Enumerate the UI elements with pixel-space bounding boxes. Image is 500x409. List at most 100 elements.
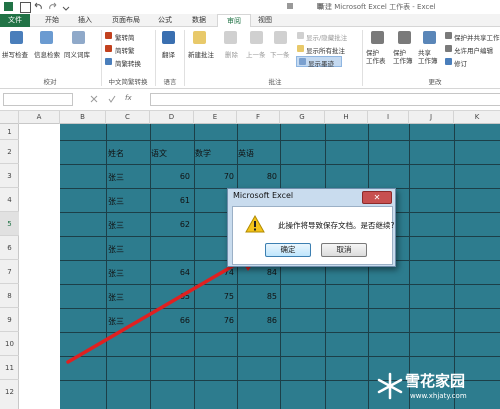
simp-to-trad-button[interactable]: 简转繁	[115, 45, 135, 55]
enter-icon[interactable]	[108, 95, 116, 103]
tab-review[interactable]: 审阅	[217, 14, 251, 28]
track-changes-button[interactable]: 修订	[454, 58, 467, 68]
row-header[interactable]: 3	[0, 164, 19, 188]
table-header[interactable]: 姓名	[108, 148, 124, 159]
allow-edit-icon	[445, 45, 452, 52]
cancel-icon[interactable]	[90, 95, 98, 103]
new-comment-button[interactable]: 新建批注	[188, 49, 214, 59]
column-header[interactable]: A	[19, 111, 60, 124]
next-comment-icon	[274, 31, 287, 44]
protect-share-button[interactable]: 保护并共享工作	[454, 32, 500, 42]
title-bar: 新建 Microsoft Excel 工作表 - Excel	[0, 0, 500, 14]
column-header[interactable]: B	[60, 111, 106, 124]
divider	[362, 30, 363, 86]
column-header[interactable]: I	[368, 111, 409, 124]
show-hide-comment-button[interactable]: 显示/隐藏批注	[306, 32, 347, 42]
allow-edit-button[interactable]: 允许用户编辑	[454, 45, 493, 55]
column-header[interactable]: J	[409, 111, 454, 124]
warning-icon	[245, 215, 265, 233]
divider	[184, 30, 185, 86]
window-title: 新建 Microsoft Excel 工作表 - Excel	[318, 3, 436, 11]
table-cell-english[interactable]: 80	[247, 172, 277, 181]
row-header[interactable]: 1	[0, 124, 19, 140]
column-header[interactable]: H	[325, 111, 368, 124]
ok-button[interactable]: 确定	[265, 243, 311, 257]
row-header[interactable]: 7	[0, 260, 19, 284]
row-header[interactable]: 8	[0, 284, 19, 308]
trad-to-simp-button[interactable]: 繁转简	[115, 32, 135, 42]
previous-comment-button[interactable]: 上一条	[246, 49, 266, 59]
watermark: 雪花家园 www.xhjaty.com	[372, 368, 497, 406]
column-header[interactable]: E	[194, 111, 237, 124]
ribbon-tabs: 文件 开始 插入 页面布局 公式 数据 审阅 视图	[0, 14, 500, 28]
row-header[interactable]: 6	[0, 236, 19, 260]
column-header[interactable]: G	[280, 111, 325, 124]
share-workbook-button[interactable]: 共享 工作簿	[418, 49, 438, 65]
delete-comment-button[interactable]: 删除	[225, 49, 238, 59]
formula-input[interactable]	[150, 93, 500, 106]
table-header[interactable]: 英语	[238, 148, 254, 159]
tab-page-layout[interactable]: 页面布局	[106, 14, 146, 27]
row-header[interactable]: 2	[0, 140, 19, 164]
tab-home[interactable]: 开始	[37, 14, 67, 27]
watermark-url: www.xhjaty.com	[410, 392, 467, 400]
thesaurus-button[interactable]: 同义词库	[64, 49, 90, 59]
group-changes-label: 更改	[428, 78, 442, 86]
table-header[interactable]: 数学	[195, 148, 211, 159]
divider	[101, 30, 102, 86]
row-headers: 1 2 3 4 5 6 7 8 9 10 11 12	[0, 124, 19, 409]
column-header[interactable]: D	[150, 111, 194, 124]
table-cell-math[interactable]: 70	[204, 172, 234, 181]
save-icon[interactable]	[20, 2, 31, 13]
table-cell-chinese[interactable]: 62	[160, 220, 190, 229]
gridline	[60, 164, 500, 165]
table-cell-name[interactable]: 张三	[108, 172, 124, 183]
name-box[interactable]	[3, 93, 73, 106]
convert-icon	[105, 58, 112, 65]
next-comment-button[interactable]: 下一条	[270, 49, 290, 59]
tab-file[interactable]: 文件	[0, 14, 30, 27]
tab-formulas[interactable]: 公式	[150, 14, 180, 27]
row-header[interactable]: 4	[0, 188, 19, 212]
show-ink-button[interactable]: 显示墨迹	[308, 58, 334, 68]
row-header[interactable]: 11	[0, 356, 19, 380]
qat-customize-icon[interactable]	[62, 2, 70, 11]
protect-sheet-icon	[371, 31, 384, 44]
protect-sheet-button[interactable]: 保护 工作表	[366, 49, 386, 65]
tab-view[interactable]: 视图	[251, 14, 279, 27]
show-all-comments-icon	[297, 45, 304, 52]
tab-data[interactable]: 数据	[184, 14, 214, 27]
spelling-button[interactable]: 拼写检查	[2, 49, 28, 59]
select-all-corner[interactable]	[0, 111, 19, 124]
column-header[interactable]: F	[237, 111, 280, 124]
row-header[interactable]: 12	[0, 380, 19, 409]
table-header[interactable]: 语文	[151, 148, 167, 159]
table-cell-name[interactable]: 张三	[108, 196, 124, 207]
row-header[interactable]: 9	[0, 308, 19, 332]
table-cell-chinese[interactable]: 61	[160, 196, 190, 205]
show-all-comments-button[interactable]: 显示所有批注	[306, 45, 345, 55]
column-header[interactable]: C	[106, 111, 150, 124]
tab-insert[interactable]: 插入	[70, 14, 100, 27]
simp-trad-convert-button[interactable]: 简繁转换	[115, 58, 141, 68]
row-header[interactable]: 10	[0, 332, 19, 356]
research-button[interactable]: 信息检索	[34, 49, 60, 59]
gridline	[60, 140, 500, 141]
translate-icon	[162, 31, 175, 44]
track-changes-icon	[445, 58, 452, 65]
watermark-brand: 雪花家园	[405, 372, 466, 390]
column-header[interactable]: K	[454, 111, 500, 124]
translate-button[interactable]: 翻译	[162, 49, 175, 59]
redo-icon[interactable]	[48, 2, 57, 11]
dialog-close-button[interactable]: ✕	[362, 191, 392, 204]
undo-icon[interactable]	[34, 2, 43, 11]
row-header-selected[interactable]: 5	[0, 212, 19, 236]
insert-function-icon[interactable]: fx	[125, 94, 132, 102]
cancel-button[interactable]: 取消	[321, 243, 367, 257]
table-cell-chinese[interactable]: 60	[160, 172, 190, 181]
snowflake-logo-icon	[377, 372, 403, 400]
group-language-label: 语言	[163, 78, 177, 86]
research-icon	[40, 31, 53, 44]
table-cell-name[interactable]: 张三	[108, 220, 124, 231]
protect-workbook-button[interactable]: 保护 工作簿	[393, 49, 413, 65]
